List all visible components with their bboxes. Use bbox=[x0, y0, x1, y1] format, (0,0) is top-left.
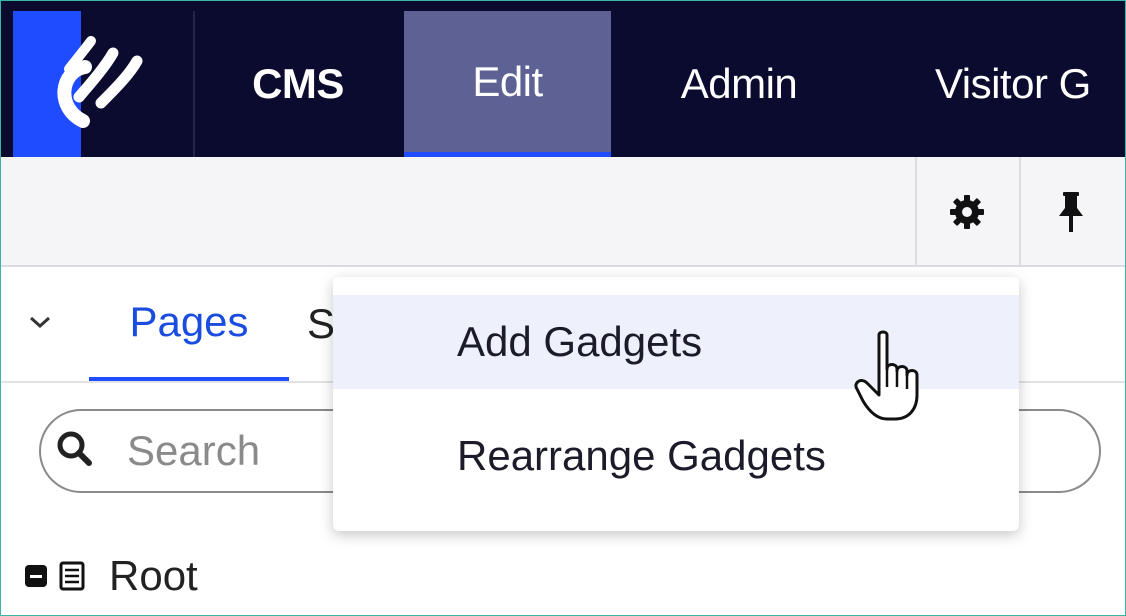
hand-cursor-icon bbox=[854, 330, 919, 421]
logo[interactable] bbox=[13, 11, 195, 157]
settings-button[interactable] bbox=[931, 187, 1003, 237]
pin-button[interactable] bbox=[1041, 187, 1101, 237]
nav-item-edit[interactable]: Edit bbox=[404, 11, 611, 157]
nav-item-visitor-groups[interactable]: Visitor G bbox=[935, 11, 1125, 157]
app-window: CMS Edit Admin Visitor G Pages S Search … bbox=[0, 0, 1126, 616]
nav-divider bbox=[193, 11, 195, 157]
pin-icon bbox=[1059, 192, 1083, 232]
nav-item-cms[interactable]: CMS bbox=[213, 11, 383, 157]
nav-item-admin[interactable]: Admin bbox=[623, 11, 855, 157]
collapse-toggle-icon[interactable] bbox=[25, 565, 47, 587]
search-icon bbox=[57, 431, 92, 466]
top-navigation: CMS Edit Admin Visitor G bbox=[1, 1, 1125, 157]
toolbar-divider bbox=[1019, 157, 1021, 265]
panel-toolbar bbox=[1, 157, 1125, 267]
tree-item-label[interactable]: Root bbox=[109, 552, 198, 600]
chevron-down-icon[interactable] bbox=[27, 313, 53, 331]
page-list-icon bbox=[59, 561, 85, 591]
toolbar-divider bbox=[915, 157, 917, 265]
brand-logo-icon bbox=[57, 36, 143, 128]
tree-item[interactable]: Root bbox=[25, 549, 198, 603]
search-input[interactable] bbox=[127, 419, 347, 483]
tab-second[interactable]: S bbox=[307, 267, 335, 381]
gear-icon bbox=[950, 195, 984, 229]
tab-pages[interactable]: Pages bbox=[89, 267, 289, 381]
